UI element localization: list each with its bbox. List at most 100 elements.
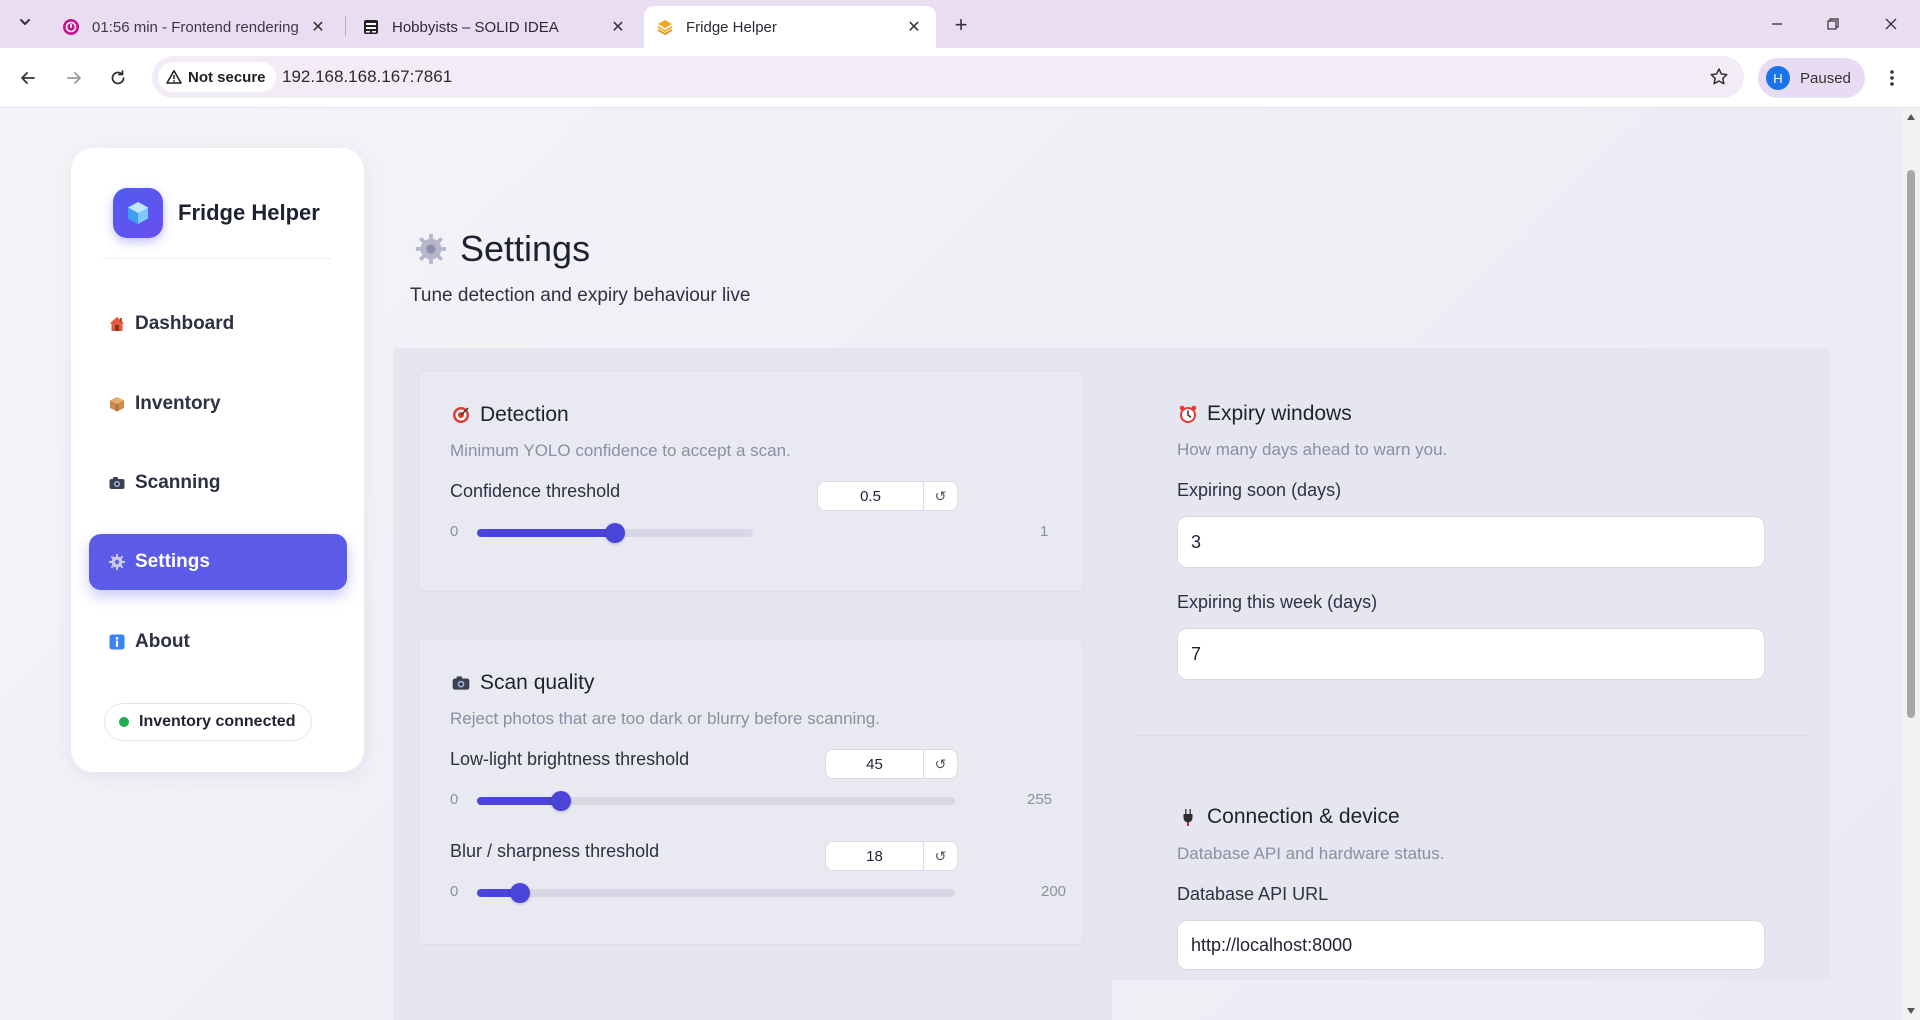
api-url-input[interactable]: http://localhost:8000 [1177,920,1765,970]
gear-emoji-icon [107,552,127,572]
expiring-soon-label: Expiring soon (days) [1177,480,1342,500]
fridge-helper-favicon-icon [656,18,674,36]
blur-number-input[interactable]: 18 [825,841,924,871]
brightness-slider[interactable] [477,791,955,811]
confidence-label: Confidence threshold [450,481,621,501]
sidebar-item-label: Scanning [135,472,221,493]
close-tab-icon[interactable]: ✕ [308,17,328,37]
restore-window-button[interactable] [1818,12,1848,36]
tab-title: Hobbyists – SOLID IDEA [392,18,559,36]
profile-button[interactable]: H Paused [1758,58,1865,98]
sidebar-item-about[interactable]: About [89,614,347,670]
card-title: Detection [450,403,569,427]
house-emoji-icon [107,314,127,334]
page-title-text: Settings [460,228,591,269]
gear-emoji-icon [412,230,450,268]
plug-emoji-icon [1177,806,1199,828]
security-label: Not secure [188,68,266,86]
expiring-soon-input[interactable]: 3 [1177,516,1765,568]
brightness-reset-button[interactable]: ↺ [924,749,958,779]
blur-reset-button[interactable]: ↺ [924,841,958,871]
reset-icon: ↺ [934,487,947,504]
slider-handle[interactable] [605,523,625,543]
sidebar-item-inventory[interactable]: Inventory [89,376,347,432]
star-icon [1710,68,1728,85]
target-emoji-icon [450,404,472,426]
security-indicator[interactable]: Not secure [158,62,276,92]
expiring-week-label: Expiring this week (days) [1177,592,1378,612]
slider-fill [477,797,561,805]
settings-panel: Detection Minimum YOLO confidence to acc… [393,348,1830,1020]
chevron-down-icon [18,15,32,34]
avatar: H [1766,66,1790,90]
range-max: 1 [1040,523,1049,540]
expiring-week-input[interactable]: 7 [1177,628,1765,680]
scan-quality-card: Scan quality Reject photos that are too … [418,638,1084,945]
panel-gap [1112,980,1830,1020]
sidebar-item-settings[interactable]: Settings [89,534,347,590]
scroll-down-icon[interactable] [1905,1006,1917,1016]
card-title-text: Scan quality [480,671,595,694]
confidence-reset-button[interactable]: ↺ [924,481,958,511]
close-icon [1885,18,1897,30]
more-vertical-icon [1890,70,1894,86]
card-description: Reject photos that are too dark or blurr… [450,709,880,728]
browser-tab-solid-idea[interactable]: Hobbyists – SOLID IDEA ✕ [350,6,640,48]
brightness-number-input[interactable]: 45 [825,749,924,779]
confidence-slider[interactable] [477,523,753,543]
card-description: Minimum YOLO confidence to accept a scan… [450,441,791,460]
range-min: 0 [450,523,459,540]
sidebar-item-label: About [135,631,190,652]
range-min: 0 [450,791,459,808]
alarm-clock-emoji-icon [1177,403,1199,425]
minimize-window-button[interactable] [1762,12,1792,36]
slider-handle[interactable] [510,883,530,903]
card-title: Expiry windows [1177,402,1352,426]
confidence-number-input[interactable]: 0.5 [817,481,924,511]
slider-handle[interactable] [551,791,571,811]
blur-slider[interactable] [477,883,955,903]
back-button[interactable] [14,64,42,92]
sidebar-item-dashboard[interactable]: Dashboard [89,296,347,352]
address-bar[interactable]: Not secure 192.168.168.167:7861 [152,56,1744,98]
card-description: Database API and hardware status. [1177,844,1445,863]
arrow-left-icon [21,72,35,84]
close-window-button[interactable] [1876,12,1906,36]
connection-status-badge: Inventory connected [104,703,313,741]
tab-separator [345,16,346,36]
reload-button[interactable] [104,64,132,92]
browser-tab-frontend-rendering[interactable]: 01:56 min - Frontend rendering ✕ [50,6,340,48]
range-min: 0 [450,883,459,900]
scroll-up-icon[interactable] [1905,112,1917,122]
browser-tab-fridge-helper[interactable]: Fridge Helper ✕ [644,6,936,48]
card-title-text: Connection & device [1207,805,1400,828]
forward-button[interactable] [60,64,88,92]
range-max: 200 [1041,883,1067,900]
detection-card: Detection Minimum YOLO confidence to acc… [418,370,1084,592]
minimize-icon [1772,23,1782,25]
printer-favicon-icon [362,18,380,36]
plus-icon: + [954,12,968,37]
restore-icon [1827,18,1839,30]
new-tab-button[interactable]: + [948,12,974,38]
brand-name: Fridge Helper [178,200,320,225]
url-text[interactable]: 192.168.168.167:7861 [282,67,452,87]
close-tab-icon[interactable]: ✕ [904,17,924,37]
close-tab-icon[interactable]: ✕ [608,17,628,37]
sidebar-item-scanning[interactable]: Scanning [89,455,347,511]
card-title-text: Detection [480,403,569,426]
warning-triangle-icon [166,69,182,85]
tab-search-button[interactable] [12,10,38,38]
sidebar-item-label: Inventory [135,393,221,414]
card-description: How many days ahead to warn you. [1177,440,1448,459]
scrollbar-thumb[interactable] [1907,170,1915,718]
bookmark-star-button[interactable] [1708,66,1730,88]
timer-favicon-icon [62,18,80,36]
browser-menu-button[interactable] [1880,64,1904,92]
camera-emoji-icon [450,672,472,694]
page-scrollbar[interactable] [1902,108,1920,1020]
divider [103,258,331,259]
api-url-label: Database API URL [1177,884,1329,904]
package-emoji-icon [107,394,127,414]
brand[interactable]: Fridge Helper [113,188,320,238]
